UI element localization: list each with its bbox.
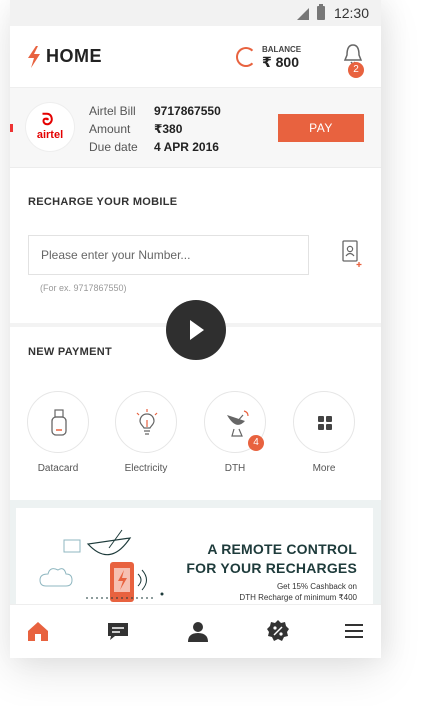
airtel-swirl-icon: ᘒ [42,112,54,129]
new-payment-title: NEW PAYMENT [28,346,112,358]
promo-banner[interactable]: A REMOTE CONTROL FOR YOUR RECHARGES Get … [16,508,373,608]
status-bar: 12:30 [10,0,381,26]
electricity-tile[interactable]: Electricity [115,391,177,474]
satellite-dish-icon [227,410,249,437]
tile-label-more: More [312,463,336,474]
more-circle [293,391,355,453]
electricity-circle [115,391,177,453]
amount-value: ₹380 [154,122,183,136]
profile-icon[interactable] [186,619,210,643]
notification-badge: 2 [348,62,364,78]
tile-label-datacard: Datacard [37,463,79,474]
more-tile[interactable]: More [293,391,355,474]
status-time: 12:30 [333,5,369,21]
play-video-button[interactable] [166,300,226,360]
banner-subtext-line-2: DTH Recharge of minimum ₹400 [239,593,357,602]
dth-tile[interactable]: 4 DTH [204,391,266,474]
tile-label-electricity: Electricity [124,463,168,474]
dth-badge: 4 [248,435,264,451]
banner-subtext-line-1: Get 15% Cashback on [276,582,357,591]
chat-icon[interactable] [106,619,130,643]
card-edge-marker [10,124,13,132]
bolt-logo-icon [28,46,40,68]
banner-headline: A REMOTE CONTROL FOR YOUR RECHARGES [186,540,357,578]
mobile-number-input[interactable] [28,235,309,275]
usb-datacard-icon [51,409,67,436]
bill-card: ᘒ airtel Airtel Bill 9717867550 Amount ₹… [10,88,381,168]
banner-headline-line-2: FOR YOUR RECHARGES [186,560,357,576]
banner-illustration [39,529,164,602]
banner-subtext: Get 15% Cashback on DTH Recharge of mini… [239,581,357,603]
bulb-icon [136,409,158,435]
app-header: HOME BALANCE ₹ 800 2 [10,26,381,88]
offers-icon[interactable] [266,619,290,643]
banner-headline-line-1: A REMOTE CONTROL [207,541,357,557]
balance-label: BALANCE [262,45,302,54]
airtel-logo-text: airtel [36,129,64,141]
bill-label: Airtel Bill [89,104,136,118]
menu-icon[interactable] [342,619,366,643]
amount-label: Amount [89,122,131,136]
refresh-balance-icon[interactable] [236,47,256,67]
number-hint: (For ex. 9717867550) [40,283,127,293]
contact-book-icon[interactable] [341,240,363,268]
bottom-navigation [10,604,381,658]
page-title: HOME [46,46,102,66]
pay-button[interactable]: PAY [278,114,364,142]
airtel-logo: ᘒ airtel [26,103,74,151]
battery-icon [317,4,325,20]
due-date-label: Due date [89,140,138,154]
recharge-title: RECHARGE YOUR MOBILE [28,196,178,208]
home-icon[interactable] [26,619,50,643]
datacard-circle [27,391,89,453]
bill-number: 9717867550 [154,104,221,118]
balance-value: ₹ 800 [262,54,299,70]
datacard-tile[interactable]: Datacard [27,391,89,474]
app-screen: 12:30 HOME BALANCE ₹ 800 2 ᘒ airtel Airt… [10,0,381,658]
grid-icon [318,416,332,430]
tile-label-dth: DTH [224,463,246,474]
due-date-value: 4 APR 2016 [154,140,219,154]
signal-icon [297,8,309,20]
